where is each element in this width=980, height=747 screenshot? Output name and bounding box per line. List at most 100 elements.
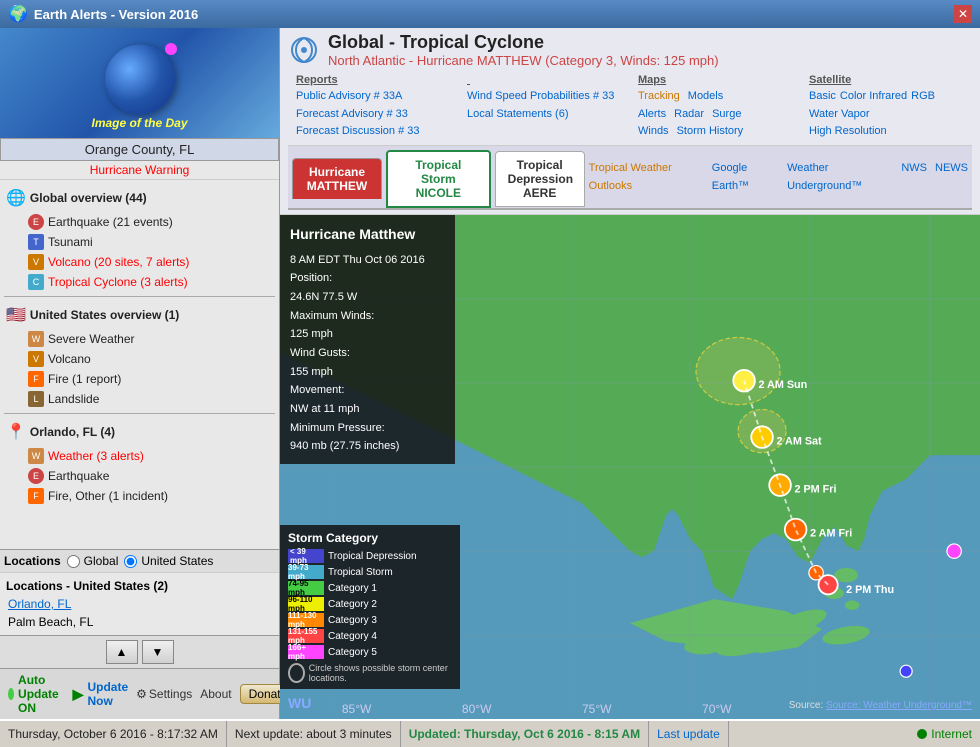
legend-title: Storm Category <box>288 531 452 545</box>
orlando-earthquake-icon: E <box>28 468 44 484</box>
about-button[interactable]: About <box>200 687 231 701</box>
report-link-4[interactable]: Wind Speed Probabilities # 33 <box>467 88 622 106</box>
models-link[interactable]: Models <box>688 88 723 106</box>
storm-info-time: 8 AM EDT Thu Oct 06 2016 <box>290 251 445 270</box>
svg-text:70°W: 70°W <box>702 702 732 716</box>
location-palm-beach[interactable]: Palm Beach, FL <box>4 613 275 631</box>
nws-link[interactable]: NWS <box>901 160 927 195</box>
landslide-item[interactable]: L Landslide <box>4 389 275 409</box>
tracking-link[interactable]: Tracking <box>638 88 680 106</box>
legend-row-2: 74-95 mph Category 1 <box>288 581 452 595</box>
volcano-item[interactable]: V Volcano (20 sites, 7 alerts) <box>4 252 275 272</box>
subtitle: North Atlantic - Hurricane MATTHEW (Cate… <box>328 53 719 68</box>
status-bar: Thursday, October 6 2016 - 8:17:32 AM Ne… <box>0 719 980 747</box>
radar-link[interactable]: Radar <box>674 106 704 124</box>
svg-text:2 AM Sat: 2 AM Sat <box>776 435 822 447</box>
close-button[interactable]: ✕ <box>954 5 972 23</box>
report-link-3[interactable]: Forecast Discussion # 33 <box>296 123 451 141</box>
global-radio-label: Global <box>84 554 119 568</box>
location-orlando[interactable]: Orlando, FL <box>4 595 275 613</box>
color-infrared-link[interactable]: Color Infrared <box>840 88 907 106</box>
nav-down-button[interactable]: ▼ <box>142 640 174 664</box>
weather-underground-credit[interactable]: Source: Weather Underground™ <box>826 700 972 711</box>
maps-label: Maps <box>638 74 793 86</box>
overview-section: 🌐 Global overview (44) E Earthquake (21 … <box>0 180 279 549</box>
winds-link[interactable]: Winds <box>638 123 669 141</box>
legend-row-3: 96-110 mph Category 2 <box>288 597 452 611</box>
nav-buttons: ▲ ▼ <box>0 635 279 668</box>
left-panel: Image of the Day Orange County, FL Hurri… <box>0 28 280 719</box>
reports-maps-row: Reports Public Advisory # 33A Forecast A… <box>288 70 972 146</box>
tsunami-icon: T <box>28 234 44 250</box>
basic-link[interactable]: Basic <box>809 88 836 106</box>
orlando-fire-item[interactable]: F Fire, Other (1 incident) <box>4 486 275 506</box>
updated-text: Updated: Thursday, Oct 6 2016 - 8:15 AM <box>409 727 640 741</box>
alerts-link[interactable]: Alerts <box>638 106 666 124</box>
orlando-weather-item[interactable]: W Weather (3 alerts) <box>4 446 275 466</box>
global-radio[interactable] <box>67 555 80 568</box>
rgb-link[interactable]: RGB <box>911 88 935 106</box>
high-resolution-link[interactable]: High Resolution <box>809 123 887 141</box>
news-link[interactable]: NEWS <box>935 160 968 195</box>
us-radio[interactable] <box>124 555 137 568</box>
depression-aere-tab[interactable]: Tropical Depression AERE <box>495 151 585 207</box>
bottom-controls: Auto Update ON ▶ Update Now ⚙ Settings A… <box>0 668 279 719</box>
orlando-weather-icon: W <box>28 448 44 464</box>
report-link-5[interactable]: Local Statements (6) <box>467 106 622 124</box>
cyclone-header-icon <box>288 34 320 66</box>
storm-pressure: 940 mb (27.75 inches) <box>290 437 445 456</box>
reports-col2-spacer <box>467 74 622 86</box>
us-flag-icon: 🇺🇸 <box>6 305 26 325</box>
locations-label: Locations <box>4 554 61 568</box>
pink-dot <box>165 43 177 55</box>
maps-row3: Winds Storm History <box>638 123 793 141</box>
satellite-col: Satellite Basic Color Infrared RGB Water… <box>801 72 972 143</box>
nav-up-button[interactable]: ▲ <box>106 640 138 664</box>
legend-row-4: 111-130 mph Category 3 <box>288 613 452 627</box>
locations-section: Locations - United States (2) Orlando, F… <box>0 572 279 635</box>
global-overview-header: 🌐 Global overview (44) <box>4 184 275 212</box>
locations-list-header: Locations - United States (2) <box>4 577 275 595</box>
svg-text:2 AM Sun: 2 AM Sun <box>758 379 807 391</box>
tropical-storm-nicole-tab[interactable]: Tropical Storm NICOLE <box>386 150 491 208</box>
google-earth-link[interactable]: Google Earth™ <box>712 160 779 195</box>
last-update-link[interactable]: Last update <box>657 727 720 741</box>
last-update-section: Last update <box>649 721 729 747</box>
update-now-label: Update Now <box>87 680 128 708</box>
maps-row2: Alerts Radar Surge <box>638 106 793 124</box>
hurricane-matthew-tab[interactable]: Hurricane MATTHEW <box>292 158 382 199</box>
legend-row-5: 131-155 mph Category 4 <box>288 629 452 643</box>
storm-history-link[interactable]: Storm History <box>677 123 744 141</box>
update-now-button[interactable]: ▶ Update Now <box>73 680 128 708</box>
orlando-earthquake-item[interactable]: E Earthquake <box>4 466 275 486</box>
report-link-1[interactable]: Public Advisory # 33A <box>296 88 451 106</box>
us-volcano-item[interactable]: V Volcano <box>4 349 275 369</box>
storm-gusts: 155 mph <box>290 363 445 382</box>
global-radio-group[interactable]: Global <box>67 554 119 568</box>
updated-section: Updated: Thursday, Oct 6 2016 - 8:15 AM <box>401 721 649 747</box>
storm-maxwinds: 125 mph <box>290 325 445 344</box>
earthquake-item[interactable]: E Earthquake (21 events) <box>4 212 275 232</box>
severe-weather-item[interactable]: W Severe Weather <box>4 329 275 349</box>
cyclone-item[interactable]: C Tropical Cyclone (3 alerts) <box>4 272 275 292</box>
tsunami-item[interactable]: T Tsunami <box>4 232 275 252</box>
auto-update-indicator[interactable]: Auto Update ON <box>8 673 65 715</box>
svg-text:80°W: 80°W <box>462 702 492 716</box>
legend-row-1: 39-73 mph Tropical Storm <box>288 565 452 579</box>
location-bar[interactable]: Orange County, FL <box>0 138 279 161</box>
orlando-fire-icon: F <box>28 488 44 504</box>
surge-link[interactable]: Surge <box>712 106 741 124</box>
satellite-links3: High Resolution <box>809 123 964 141</box>
tropical-outlooks-link[interactable]: Tropical Weather Outlooks <box>589 160 704 195</box>
settings-button[interactable]: ⚙ Settings <box>136 687 192 701</box>
legend-row-0: < 39 mph Tropical Depression <box>288 549 452 563</box>
water-vapor-link[interactable]: Water Vapor <box>809 106 870 124</box>
source-credit-text: Source: <box>789 700 826 711</box>
report-link-2[interactable]: Forecast Advisory # 33 <box>296 106 451 124</box>
image-of-day[interactable]: Image of the Day <box>0 28 279 138</box>
us-radio-group[interactable]: United States <box>124 554 213 568</box>
weather-underground-link[interactable]: Weather Underground™ <box>787 160 893 195</box>
svg-text:2 PM Thu: 2 PM Thu <box>846 584 894 596</box>
fire-item[interactable]: F Fire (1 report) <box>4 369 275 389</box>
us-overview-header: 🇺🇸 United States overview (1) <box>4 301 275 329</box>
